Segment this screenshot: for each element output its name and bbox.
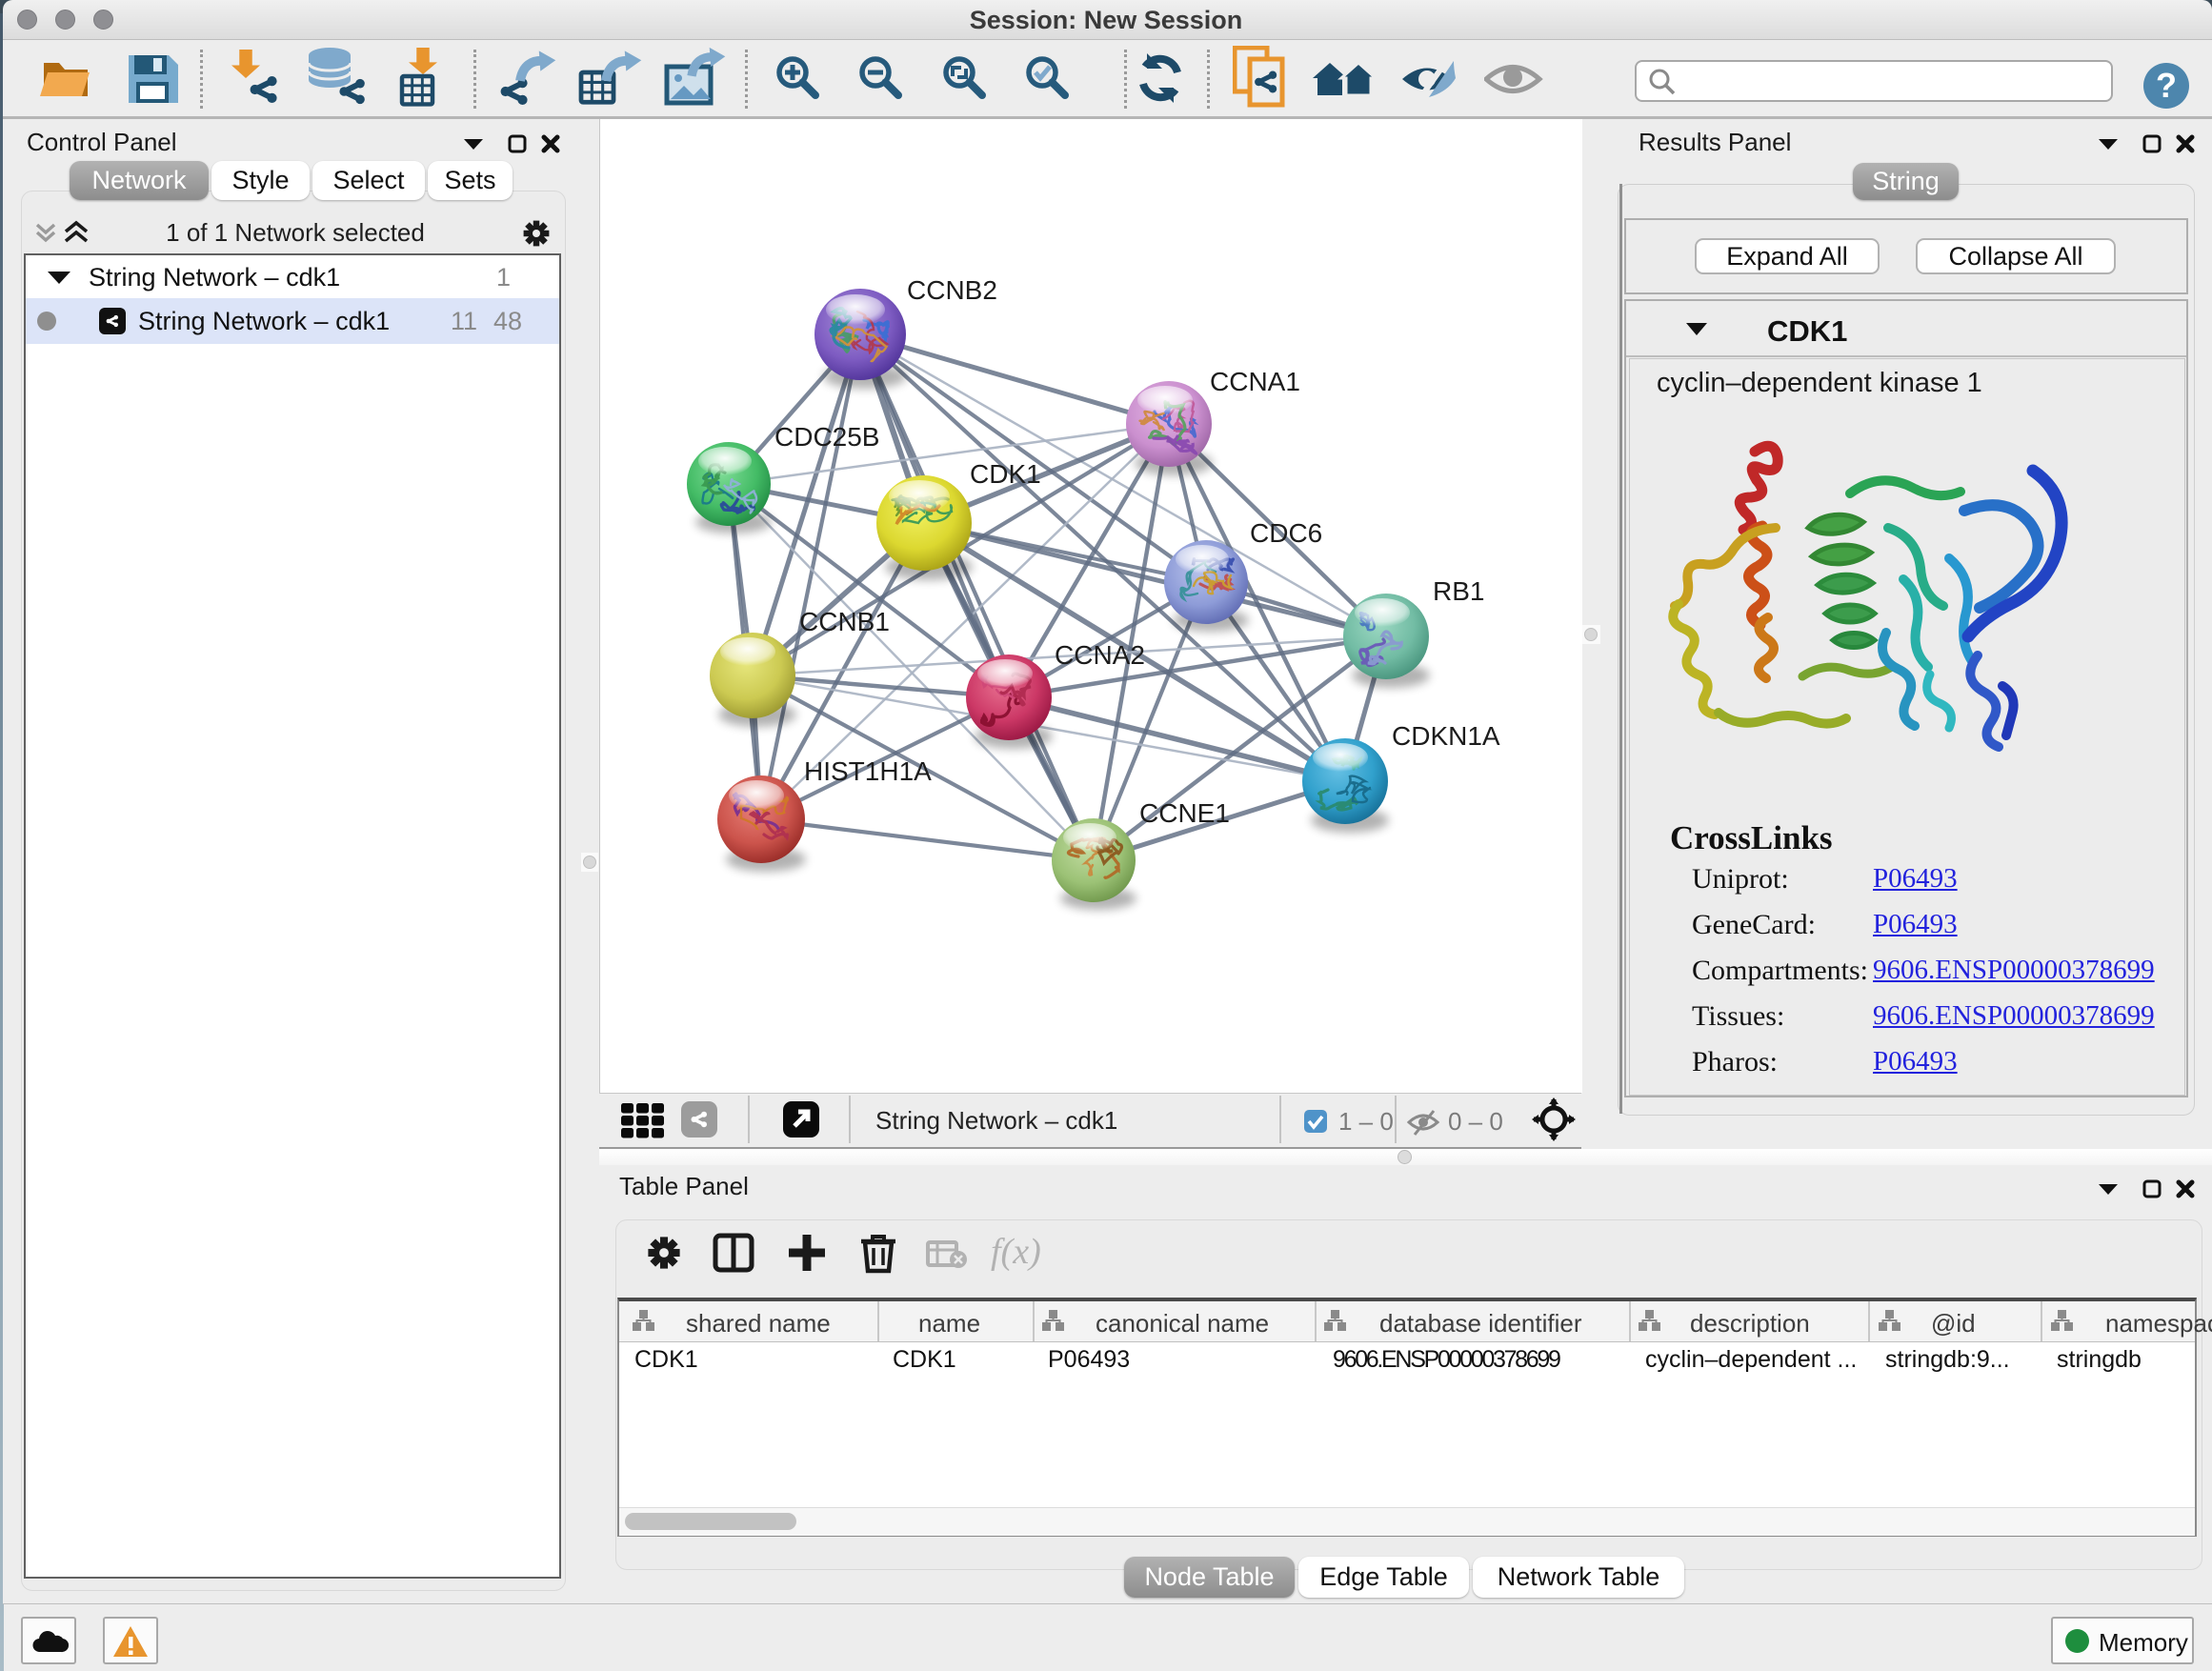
svg-text:CDKN1A: CDKN1A [1392, 721, 1500, 751]
svg-text:CDK1: CDK1 [970, 459, 1041, 489]
svg-text:CCNA1: CCNA1 [1210, 367, 1300, 396]
svg-text:RB1: RB1 [1433, 576, 1484, 606]
svg-text:CCNB2: CCNB2 [907, 275, 997, 305]
svg-text:CCNB1: CCNB1 [799, 607, 890, 636]
svg-text:CDC6: CDC6 [1250, 518, 1322, 548]
svg-text:HIST1H1A: HIST1H1A [804, 756, 932, 786]
svg-text:CCNA2: CCNA2 [1055, 640, 1145, 670]
svg-text:CDC25B: CDC25B [774, 422, 879, 452]
svg-text:CCNE1: CCNE1 [1139, 798, 1230, 828]
